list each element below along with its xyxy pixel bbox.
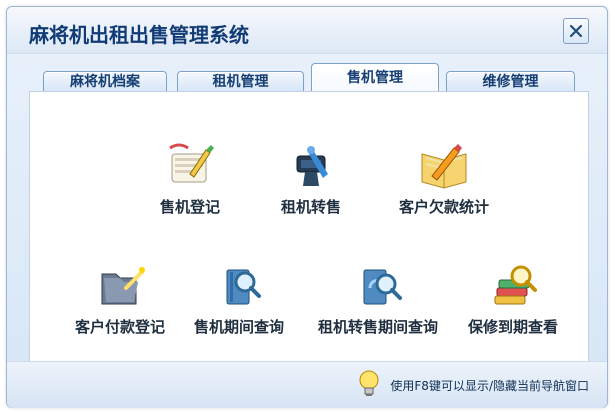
app-window: 麻将机出租出售管理系统 麻将机档案 租机管理 售机管理 维修管理 售机登记 租机… xyxy=(6,6,608,408)
tab-label: 租机管理 xyxy=(212,74,269,90)
book-magnifier-icon xyxy=(226,269,261,305)
warranty-expiry-view-button[interactable]: 保修到期查看 xyxy=(448,260,578,337)
tab-label: 麻将机档案 xyxy=(70,74,140,90)
window-title: 麻将机出租出售管理系统 xyxy=(29,23,249,47)
tab-label: 维修管理 xyxy=(482,74,539,90)
tab-label: 售机管理 xyxy=(347,70,403,86)
tab-sales-management[interactable]: 售机管理 xyxy=(311,63,439,94)
title-bar: 麻将机出租出售管理系统 xyxy=(7,7,607,54)
lightbulb-icon xyxy=(359,370,379,396)
content-panel: 售机登记 租机转售 客户欠款统计 客户付款登记 售机期间查询 租机转售期间查询 … xyxy=(29,91,589,363)
sale-period-query-button[interactable]: 售机期间查询 xyxy=(178,260,300,337)
screwdriver-toolbox-icon xyxy=(296,146,328,186)
rental-to-sale-period-query-button[interactable]: 租机转售期间查询 xyxy=(298,260,458,337)
item-label: 客户欠款统计 xyxy=(398,198,489,216)
navigation-hint: 使用F8键可以显示/隐藏当前导航窗口 xyxy=(390,379,589,393)
item-label: 保修到期查看 xyxy=(467,318,558,336)
item-label: 租机转售期间查询 xyxy=(317,318,438,336)
item-label: 租机转售 xyxy=(280,198,341,216)
item-label: 客户付款登记 xyxy=(74,318,165,336)
status-bar: 使用F8键可以显示/隐藏当前导航窗口 xyxy=(7,361,607,408)
book-refresh-magnifier-icon xyxy=(363,269,402,305)
book-stack-magnifier-icon xyxy=(494,265,537,305)
close-button[interactable] xyxy=(563,18,589,44)
tab-rental-management[interactable]: 租机管理 xyxy=(177,71,304,92)
tab-mahjong-archive[interactable]: 麻将机档案 xyxy=(43,71,167,92)
rental-to-sale-button[interactable]: 租机转售 xyxy=(256,140,366,217)
folder-wand-icon xyxy=(101,267,145,305)
open-book-pencil-icon xyxy=(421,144,467,189)
close-icon xyxy=(569,24,583,38)
sale-registration-button[interactable]: 售机登记 xyxy=(135,140,245,217)
customer-payment-registration-button[interactable]: 客户付款登记 xyxy=(60,260,180,337)
tab-maintenance-management[interactable]: 维修管理 xyxy=(446,71,575,92)
customer-debt-stats-button[interactable]: 客户欠款统计 xyxy=(378,140,510,217)
item-label: 售机登记 xyxy=(159,198,220,216)
item-label: 售机期间查询 xyxy=(193,318,284,336)
notepad-pencil-icon xyxy=(169,143,214,183)
